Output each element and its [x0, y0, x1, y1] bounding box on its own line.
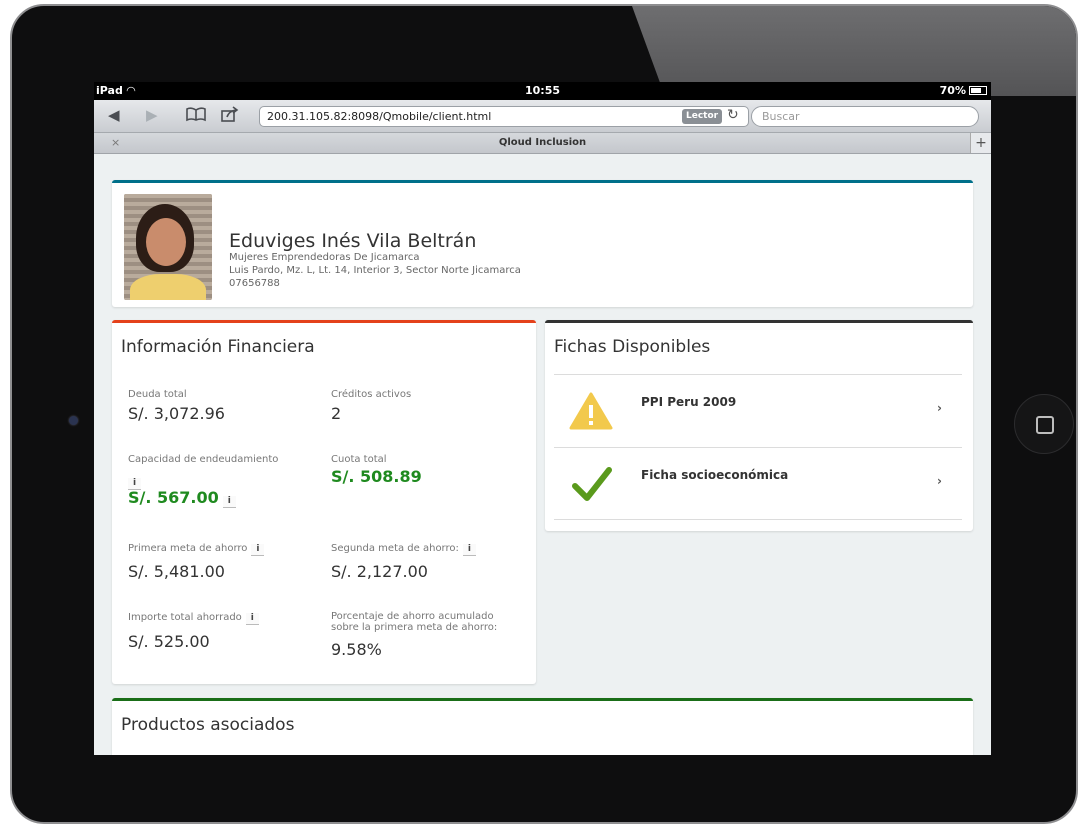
new-tab-button[interactable]: +: [970, 133, 991, 153]
financial-title: Información Financiera: [121, 337, 315, 357]
debt-capacity-info-row: i: [124, 470, 142, 490]
battery-status: 70%: [940, 84, 987, 97]
url-bar[interactable]: 200.31.105.82:8098/Qmobile/client.html: [259, 106, 749, 127]
active-credits-value: 2: [331, 404, 342, 423]
page-content: Eduviges Inés Vila Beltrán Mujeres Empre…: [94, 178, 991, 755]
battery-icon: [969, 86, 987, 95]
screen: iPad ◠ 10:55 70% ◀ ▶ 200.31.105.82:8098/…: [94, 82, 991, 755]
total-saved-label-row: Importe total ahorrado i: [128, 612, 259, 625]
first-goal-value: S/. 5,481.00: [128, 562, 225, 581]
warning-icon: [569, 392, 613, 430]
saving-pct-value: 9.58%: [331, 640, 382, 659]
clock: 10:55: [524, 84, 560, 97]
client-address: Luis Pardo, Mz. L, Lt. 14, Interior 3, S…: [229, 265, 521, 276]
back-icon[interactable]: ◀: [108, 106, 120, 124]
first-goal-label-row: Primera meta de ahorro i: [128, 543, 265, 556]
tab-title[interactable]: Qloud Inclusion: [94, 137, 991, 148]
second-goal-label: Segunda meta de ahorro:: [331, 543, 459, 554]
total-debt-label: Deuda total: [128, 389, 187, 400]
fichas-card: Fichas Disponibles PPI Peru 2009 › Ficha…: [545, 320, 973, 531]
client-id: 07656788: [229, 278, 280, 289]
info-icon[interactable]: i: [462, 544, 476, 556]
tab-bar: × Qloud Inclusion +: [94, 133, 991, 154]
divider: [554, 519, 962, 520]
first-goal-label: Primera meta de ahorro: [128, 543, 248, 554]
ficha-name: Ficha socioeconómica: [641, 468, 789, 482]
profile-card: Eduviges Inés Vila Beltrán Mujeres Empre…: [112, 180, 973, 307]
second-goal-value: S/. 2,127.00: [331, 562, 428, 581]
ficha-name: PPI Peru 2009: [641, 395, 737, 409]
camera: [69, 416, 78, 425]
saving-pct-label: Porcentaje de ahorro acumulado sobre la …: [331, 611, 498, 633]
total-quota-value: S/. 508.89: [331, 467, 422, 486]
forward-icon[interactable]: ▶: [146, 106, 158, 124]
info-icon[interactable]: i: [251, 544, 265, 556]
client-name: Eduviges Inés Vila Beltrán: [229, 230, 477, 252]
home-button[interactable]: [1014, 394, 1074, 454]
total-saved-label: Importe total ahorrado: [128, 612, 242, 623]
search-input[interactable]: Buscar: [751, 106, 979, 127]
products-card: Productos asociados: [112, 698, 973, 755]
chevron-right-icon: ›: [937, 401, 942, 415]
debt-capacity-value-row: S/. 567.00 i: [128, 488, 236, 508]
bookmarks-icon[interactable]: [186, 106, 206, 126]
ficha-item[interactable]: PPI Peru 2009 ›: [554, 374, 962, 447]
second-goal-label-row: Segunda meta de ahorro: i: [331, 543, 476, 556]
products-title: Productos asociados: [121, 715, 295, 735]
financial-card: Información Financiera Deuda total S/. 3…: [112, 320, 536, 684]
fichas-title: Fichas Disponibles: [554, 337, 711, 357]
check-icon: [572, 467, 612, 501]
client-group: Mujeres Emprendedoras De Jicamarca: [229, 252, 420, 263]
total-saved-value: S/. 525.00: [128, 632, 210, 651]
active-credits-label: Créditos activos: [331, 389, 412, 400]
browser-toolbar: ◀ ▶ 200.31.105.82:8098/Qmobile/client.ht…: [94, 100, 991, 133]
battery-percent: 70%: [939, 84, 966, 97]
info-icon[interactable]: i: [222, 496, 236, 508]
profile-photo: [124, 194, 212, 300]
home-button-icon: [1036, 416, 1054, 434]
chevron-right-icon: ›: [937, 474, 942, 488]
status-bar: iPad ◠ 10:55 70%: [94, 82, 991, 100]
total-quota-label: Cuota total: [331, 454, 387, 465]
total-debt-value: S/. 3,072.96: [128, 404, 225, 423]
reader-button[interactable]: Lector: [682, 109, 723, 124]
ficha-item[interactable]: Ficha socioeconómica ›: [554, 447, 962, 520]
reload-icon[interactable]: ↻: [727, 107, 739, 123]
debt-capacity-value: S/. 567.00: [128, 488, 219, 507]
share-icon[interactable]: [220, 106, 240, 126]
info-icon[interactable]: i: [245, 613, 259, 625]
debt-capacity-label: Capacidad de endeudamiento: [128, 454, 279, 465]
